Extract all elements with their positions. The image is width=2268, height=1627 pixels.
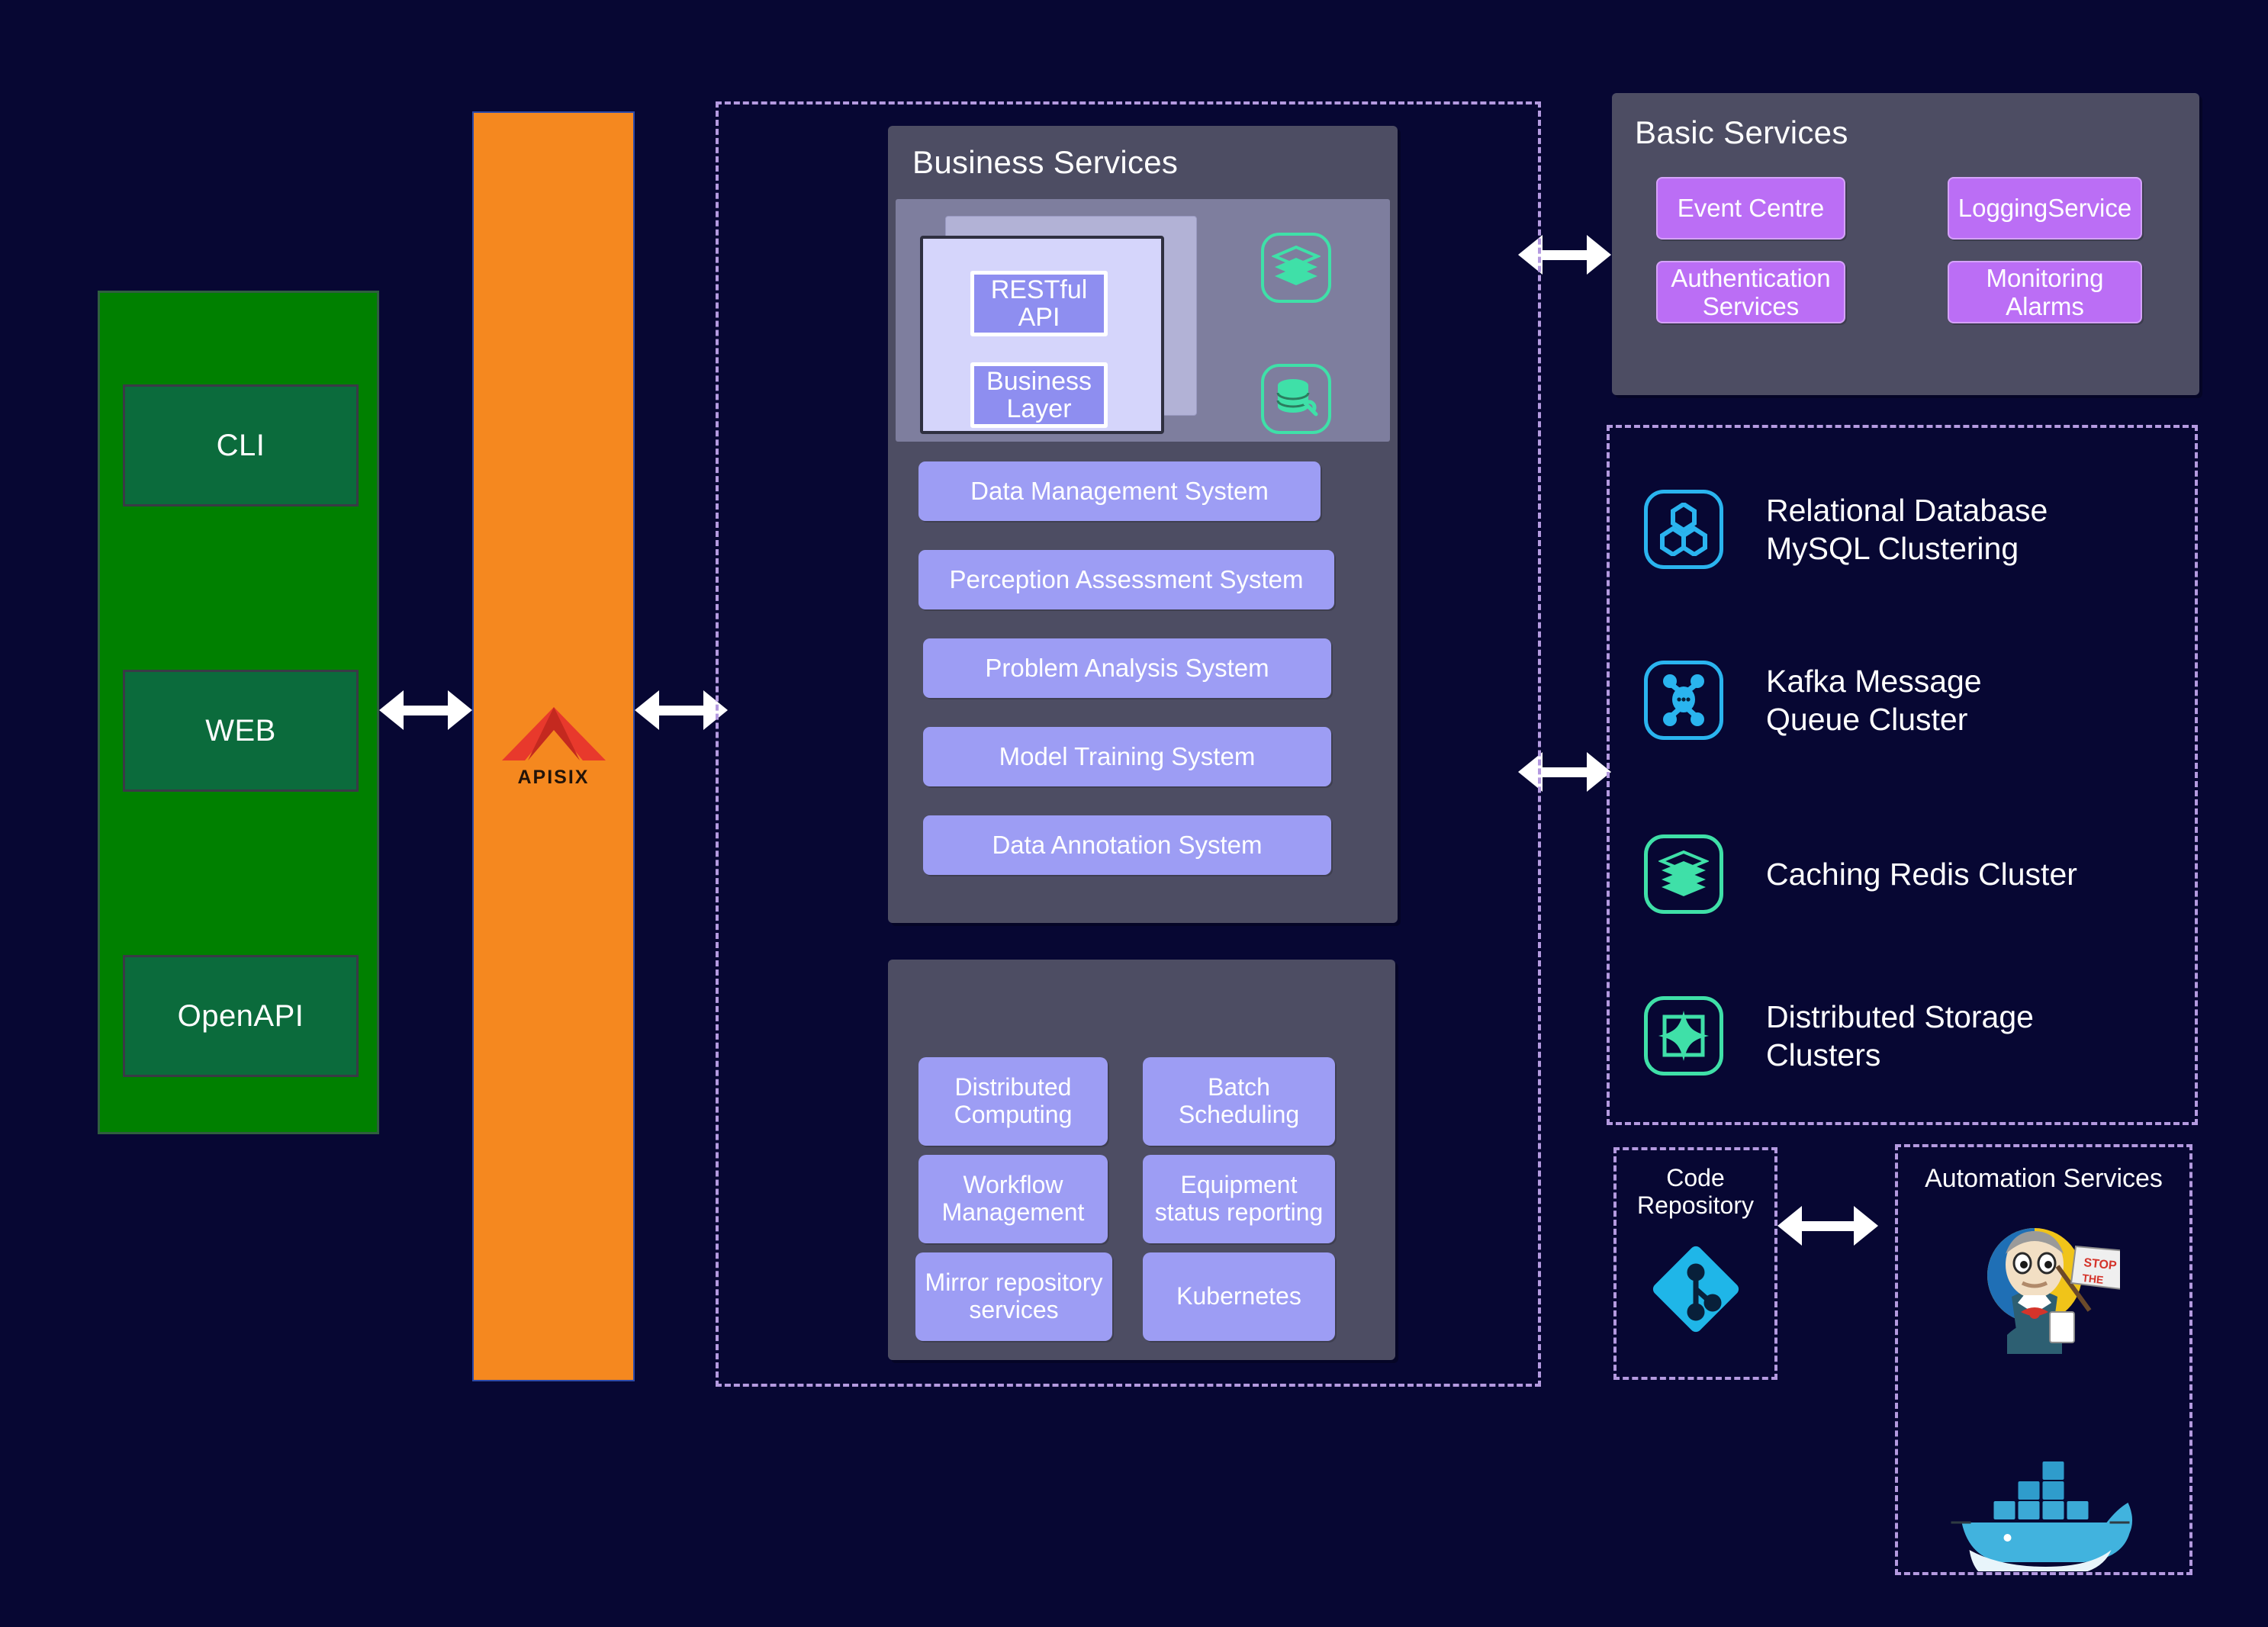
system-label: Model Training System: [999, 742, 1256, 770]
jenkins-butler-glyph: STOP THE: [1987, 1228, 2128, 1354]
infra-tile-label: Batch Scheduling: [1178, 1073, 1300, 1128]
basic-service-label: Monitoring Alarms: [1986, 263, 2104, 320]
business-services-panel: Business Services RESTful API Business L…: [888, 126, 1398, 923]
data-infra-row[interactable]: Distributed Storage Clusters: [1644, 996, 2034, 1076]
business-systems-list: Data Management System Perception Assess…: [896, 454, 1390, 912]
system-label: Problem Analysis System: [985, 654, 1269, 682]
chip-label: RESTful API: [990, 275, 1088, 332]
system-label: Data Management System: [970, 477, 1269, 505]
apisix-logo-icon: [501, 707, 606, 760]
arrow-code-automation: [1777, 1206, 1878, 1246]
api-gateway-apisix[interactable]: APISIX: [472, 111, 635, 1381]
redis-stack-icon: [1644, 834, 1723, 914]
arrow-client-gateway: [379, 690, 472, 730]
client-item-openapi[interactable]: OpenAPI: [123, 955, 359, 1077]
code-repository-title: Code Repository: [1637, 1164, 1754, 1220]
database-wrench-glyph: [1276, 379, 1318, 416]
business-services-title: Business Services: [912, 144, 1179, 180]
infra-tile[interactable]: Kubernetes: [1143, 1252, 1335, 1341]
system-label: Perception Assessment System: [949, 565, 1304, 593]
kafka-nodes-glyph: [1663, 674, 1704, 726]
system-row[interactable]: Data Annotation System: [923, 815, 1331, 875]
distributed-storage-icon: [1644, 996, 1723, 1076]
apisix-logo: APISIX: [500, 704, 607, 789]
basic-service-chip[interactable]: LoggingService: [1948, 177, 2142, 240]
arrow-head-right: [1587, 235, 1611, 275]
arrow-shaft: [1543, 249, 1587, 260]
automation-services-title: Automation Services: [1925, 1164, 2163, 1193]
basic-services-panel: Basic Services Event Centre LoggingServi…: [1612, 93, 2199, 395]
mysql-hexagons-icon: [1644, 490, 1723, 569]
data-infra-label: Caching Redis Cluster: [1766, 856, 2077, 892]
basic-service-label: Event Centre: [1677, 194, 1825, 223]
system-row[interactable]: Perception Assessment System: [918, 550, 1334, 609]
client-access-panel: CLI WEB OpenAPI: [98, 291, 379, 1134]
system-row[interactable]: Model Training System: [923, 727, 1331, 786]
infra-tile-label: Equipment status reporting: [1154, 1171, 1324, 1226]
infra-tile-label: Mirror repository services: [925, 1268, 1103, 1323]
api-layer-region: RESTful API Business Layer: [896, 199, 1390, 442]
data-infra-row[interactable]: Relational Database MySQL Clustering: [1644, 490, 2048, 569]
infra-tile[interactable]: Batch Scheduling: [1143, 1057, 1335, 1146]
basic-service-label: Authentication Services: [1671, 263, 1831, 320]
arrow-shaft: [404, 705, 448, 715]
client-item-label: OpenAPI: [177, 998, 304, 1033]
kafka-nodes-icon: [1644, 661, 1723, 740]
arrow-head-left: [379, 690, 404, 730]
stacked-layers-glyph: [1272, 246, 1321, 285]
client-item-cli[interactable]: CLI: [123, 384, 359, 506]
apisix-wordmark: APISIX: [517, 767, 590, 788]
architecture-diagram: CLI WEB OpenAPI APISIX Business Services…: [0, 0, 2268, 1627]
infra-tile-label: Distributed Computing: [954, 1073, 1073, 1128]
git-logo-icon: [1649, 1242, 1743, 1340]
arrow-shaft: [1802, 1220, 1854, 1231]
arrow-head-left: [635, 690, 659, 730]
data-infra-row[interactable]: Kafka Message Queue Cluster: [1644, 661, 1982, 740]
data-infra-label: Kafka Message Queue Cluster: [1766, 663, 1982, 737]
distributed-storage-glyph: [1658, 1011, 1709, 1061]
system-label: Data Annotation System: [992, 831, 1263, 859]
infra-tile[interactable]: Mirror repository services: [915, 1252, 1112, 1341]
mysql-hexagons-glyph: [1660, 503, 1707, 556]
basic-service-chip[interactable]: Authentication Services: [1656, 261, 1845, 323]
basic-service-chip[interactable]: Event Centre: [1656, 177, 1845, 240]
arrow-head-right: [1854, 1206, 1878, 1246]
docker-whale-glyph: [1951, 1461, 2133, 1576]
svg-text:THE: THE: [2082, 1272, 2105, 1286]
jenkins-butler-icon: STOP THE: [1967, 1220, 2128, 1358]
client-item-label: CLI: [216, 428, 265, 462]
client-item-web[interactable]: WEB: [123, 670, 359, 792]
system-row[interactable]: Data Management System: [918, 461, 1321, 521]
infrastructure-panel: Distributed Computing Batch Scheduling W…: [888, 960, 1395, 1360]
basic-service-label: LoggingService: [1958, 194, 2132, 223]
arrow-shaft: [659, 705, 703, 715]
chip-restful-api[interactable]: RESTful API: [970, 271, 1108, 336]
arrow-head-right: [448, 690, 472, 730]
infra-tile[interactable]: Distributed Computing: [918, 1057, 1108, 1146]
infra-tile[interactable]: Workflow Management: [918, 1155, 1108, 1243]
docker-whale-icon: [1947, 1443, 2141, 1576]
data-infra-label: Relational Database MySQL Clustering: [1766, 492, 2048, 566]
git-logo-glyph: [1652, 1246, 1739, 1333]
chip-business-layer[interactable]: Business Layer: [970, 362, 1108, 428]
basic-service-chip[interactable]: Monitoring Alarms: [1948, 261, 2142, 323]
arrow-gateway-business: [635, 690, 728, 730]
arrow-head-left: [1777, 1206, 1802, 1246]
code-repository-boundary[interactable]: Code Repository: [1613, 1147, 1777, 1380]
data-infra-label: Distributed Storage Clusters: [1766, 998, 2034, 1072]
arrow-shaft: [1543, 767, 1587, 777]
infra-tile[interactable]: Equipment status reporting: [1143, 1155, 1335, 1243]
automation-services-boundary: Automation Services STOP THE: [1895, 1144, 2192, 1576]
database-wrench-icon: [1261, 364, 1331, 434]
redis-stack-glyph: [1658, 850, 1709, 896]
client-item-label: WEB: [205, 713, 276, 748]
system-row[interactable]: Problem Analysis System: [923, 638, 1331, 698]
stacked-layers-icon: [1261, 233, 1331, 303]
infra-tile-label: Workflow Management: [941, 1171, 1085, 1226]
chip-label: Business Layer: [986, 366, 1092, 423]
data-infra-row[interactable]: Caching Redis Cluster: [1644, 834, 2077, 914]
infra-tile-label: Kubernetes: [1176, 1282, 1301, 1310]
basic-services-title: Basic Services: [1635, 114, 1848, 150]
api-card-front[interactable]: RESTful API Business Layer: [920, 236, 1164, 434]
